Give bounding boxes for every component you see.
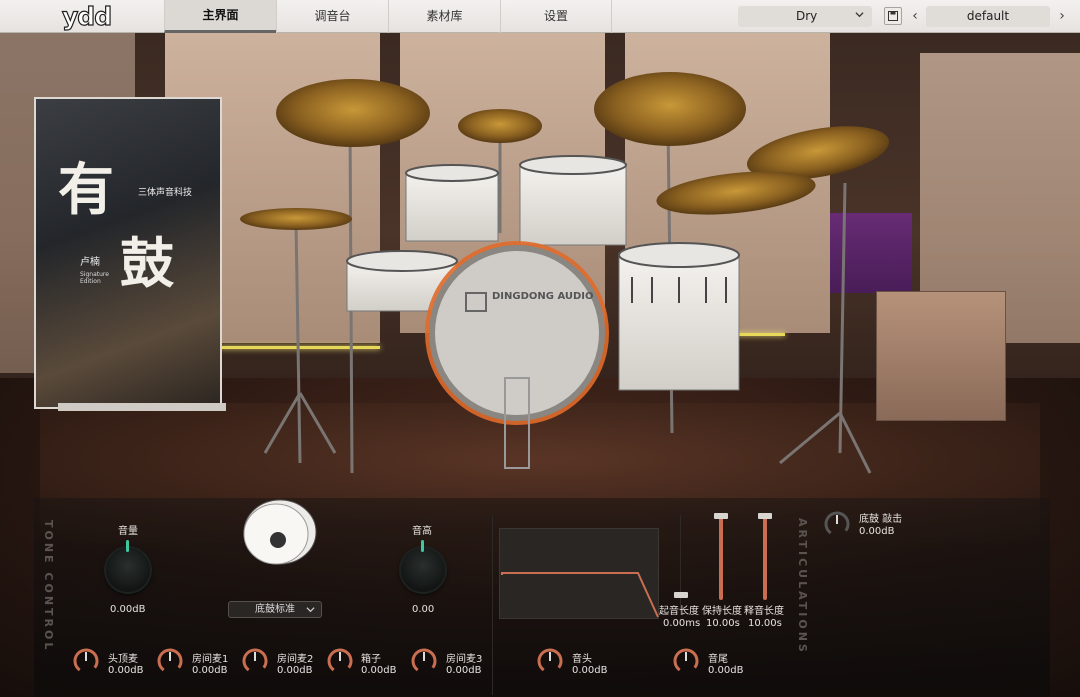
kick-drum-logo: DINGDONG AUDIO (492, 291, 594, 302)
articulation-value: 0.00dB (859, 526, 895, 537)
hihat[interactable] (240, 208, 352, 230)
volume-label: 音量 (118, 526, 138, 537)
preset-name[interactable]: default (926, 6, 1050, 27)
mic-knob-box[interactable] (325, 646, 355, 676)
kick-drum[interactable]: DINGDONG AUDIO (425, 241, 609, 469)
head-value: 0.00dB (572, 665, 608, 676)
main-tabs: 主界面 调音台 素材库 设置 (164, 0, 612, 33)
save-icon (888, 11, 898, 21)
hold-value: 10.00s (706, 618, 740, 629)
preset-next-button[interactable]: › (1053, 6, 1071, 27)
mic-label: 房间麦3 (446, 654, 483, 665)
attack-value: 0.00ms (663, 618, 701, 629)
hold-label: 保持长度 (702, 606, 742, 617)
preset-prev-button[interactable]: ‹ (906, 6, 924, 27)
divider (680, 515, 681, 615)
tail-knob[interactable] (671, 646, 701, 676)
release-slider[interactable] (758, 513, 772, 519)
mic-label: 房间麦2 (277, 654, 314, 665)
mic-value: 0.00dB (108, 665, 144, 676)
pitch-value: 0.00 (412, 604, 435, 615)
head-label: 音头 (572, 654, 592, 665)
chevron-left-icon: ‹ (912, 8, 918, 24)
hold-slider-track (719, 516, 723, 600)
tab-mixer[interactable]: 调音台 (276, 0, 388, 33)
tail-label: 音尾 (708, 654, 728, 665)
mic-knob-room2[interactable] (240, 646, 270, 676)
tom-rack-2[interactable] (519, 155, 627, 246)
articulations-label: ARTICULATIONS (796, 518, 809, 655)
kick-type-select[interactable]: 底鼓标准 (228, 601, 322, 618)
tab-main[interactable]: 主界面 (164, 0, 276, 33)
envelope-graph[interactable] (499, 528, 659, 619)
cymbal-ride[interactable] (594, 72, 746, 146)
tom-rack-1[interactable] (405, 164, 499, 242)
mix-mode-select[interactable]: Dry (738, 6, 872, 27)
articulation-label: 底鼓 敲击 (859, 514, 903, 525)
attack-label: 起音长度 (659, 606, 699, 617)
save-preset-button[interactable] (884, 7, 902, 25)
pitch-label: 音高 (412, 526, 432, 537)
tail-value: 0.00dB (708, 665, 744, 676)
envelope-curve (501, 572, 659, 618)
head-knob[interactable] (535, 646, 565, 676)
knob-indicator (421, 540, 424, 552)
tab-settings[interactable]: 设置 (500, 0, 612, 33)
tom-floor[interactable] (618, 242, 740, 391)
cymbal-crash-left[interactable] (276, 79, 430, 147)
mic-label: 头顶麦 (108, 654, 138, 665)
release-value: 10.00s (748, 618, 782, 629)
drum-kit: DINGDONG AUDIO (240, 72, 890, 474)
kick-drum-thumbnail (243, 499, 317, 565)
tab-library[interactable]: 素材库 (388, 0, 500, 33)
kick-type-value: 底鼓标准 (255, 604, 295, 615)
attack-slider[interactable] (674, 592, 688, 598)
release-label: 释音长度 (744, 606, 784, 617)
mic-value: 0.00dB (446, 665, 482, 676)
chevron-down-icon (306, 607, 315, 613)
chevron-right-icon: › (1059, 8, 1065, 24)
mic-value: 0.00dB (277, 665, 313, 676)
pitch-knob[interactable] (401, 540, 445, 592)
hold-slider[interactable] (714, 513, 728, 519)
mic-value: 0.00dB (361, 665, 397, 676)
tone-control-label: TONE CONTROL (42, 520, 55, 653)
mic-knob-overhead[interactable] (71, 646, 101, 676)
knob-indicator (126, 540, 129, 552)
mic-label: 房间麦1 (192, 654, 229, 665)
divider (492, 515, 493, 695)
volume-knob[interactable] (106, 540, 150, 592)
volume-value: 0.00dB (110, 604, 146, 615)
release-slider-track (763, 516, 767, 600)
mix-mode-value: Dry (796, 9, 818, 23)
chevron-down-icon (855, 12, 864, 18)
articulation-knob[interactable] (822, 509, 852, 539)
mic-value: 0.00dB (192, 665, 228, 676)
app-logo: ydd (61, 1, 112, 31)
cymbal-splash[interactable] (458, 109, 542, 143)
mic-knob-room1[interactable] (155, 646, 185, 676)
mic-knob-room3[interactable] (409, 646, 439, 676)
mic-label: 箱子 (361, 654, 381, 665)
top-bar: ydd 主界面 调音台 素材库 设置 Dry ‹ default › (0, 0, 1080, 33)
